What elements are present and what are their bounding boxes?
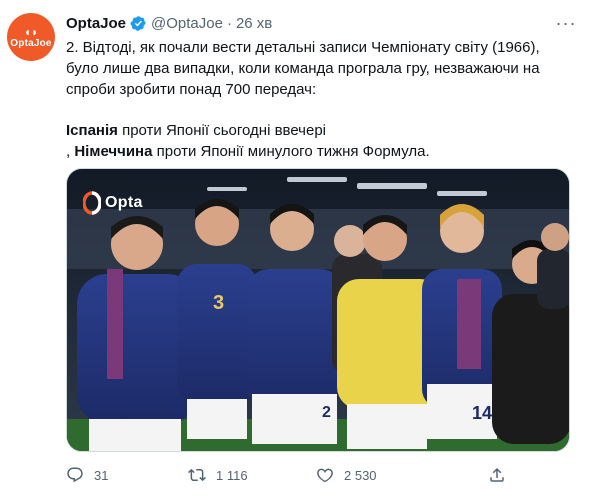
author-name[interactable]: OptaJoe (66, 15, 126, 32)
like-count: 2 530 (344, 467, 377, 483)
reply-icon (67, 467, 83, 483)
retweet-icon (188, 468, 206, 482)
share-button[interactable] (488, 464, 506, 486)
share-icon (490, 467, 504, 482)
opta-logo-icon: ◖◗ (23, 24, 39, 39)
case-line-1: Іспанія проти Японії сьогодні ввечері (66, 120, 576, 141)
avatar-label: OptaJoe (10, 37, 52, 49)
tweet-text: 2. Відтоді, як почали вести детальні зап… (66, 37, 576, 162)
reply-count: 31 (94, 467, 109, 483)
retweet-count: 1 116 (216, 467, 248, 483)
tweet-intro-text: 2. Відтоді, як почали вести детальні зап… (66, 39, 544, 98)
verified-badge-icon (130, 15, 146, 31)
jersey-number-2: 2 (322, 404, 331, 421)
tweet-actions: 31 1 116 2 530 (62, 464, 562, 486)
case2-rest: проти Японії минулого тижня Формула. (152, 143, 430, 160)
opta-watermark-text: Opta (105, 194, 143, 211)
author-handle[interactable]: @OptaJoe (151, 15, 223, 32)
more-options-icon[interactable]: ··· (556, 13, 576, 33)
tweet-time[interactable]: 26 хв (236, 15, 272, 32)
like-button[interactable]: 2 530 (316, 464, 377, 486)
author-avatar[interactable]: ◖◗ OptaJoe (7, 13, 55, 61)
case1-rest: проти Японії сьогодні ввечері (117, 122, 327, 139)
retweet-button[interactable]: 1 116 (188, 464, 248, 486)
opta-watermark: Opta (83, 191, 143, 215)
opta-mark-icon (83, 191, 101, 215)
tweet-media-photo[interactable]: 3 2 14 Opta (66, 168, 570, 452)
reply-button[interactable]: 31 (66, 464, 108, 486)
case1-team: Іспанія (66, 122, 118, 139)
jersey-number-3: 3 (213, 292, 224, 314)
case2-team: Німеччина (74, 143, 153, 160)
tweet-header: OptaJoe @OptaJoe · 26 хв ··· (66, 12, 576, 34)
heart-icon (317, 468, 333, 483)
case-line-2: , Німеччина проти Японії минулого тижня … (66, 141, 576, 162)
separator-dot: · (226, 14, 232, 32)
jersey-number-14: 14 (472, 403, 492, 423)
